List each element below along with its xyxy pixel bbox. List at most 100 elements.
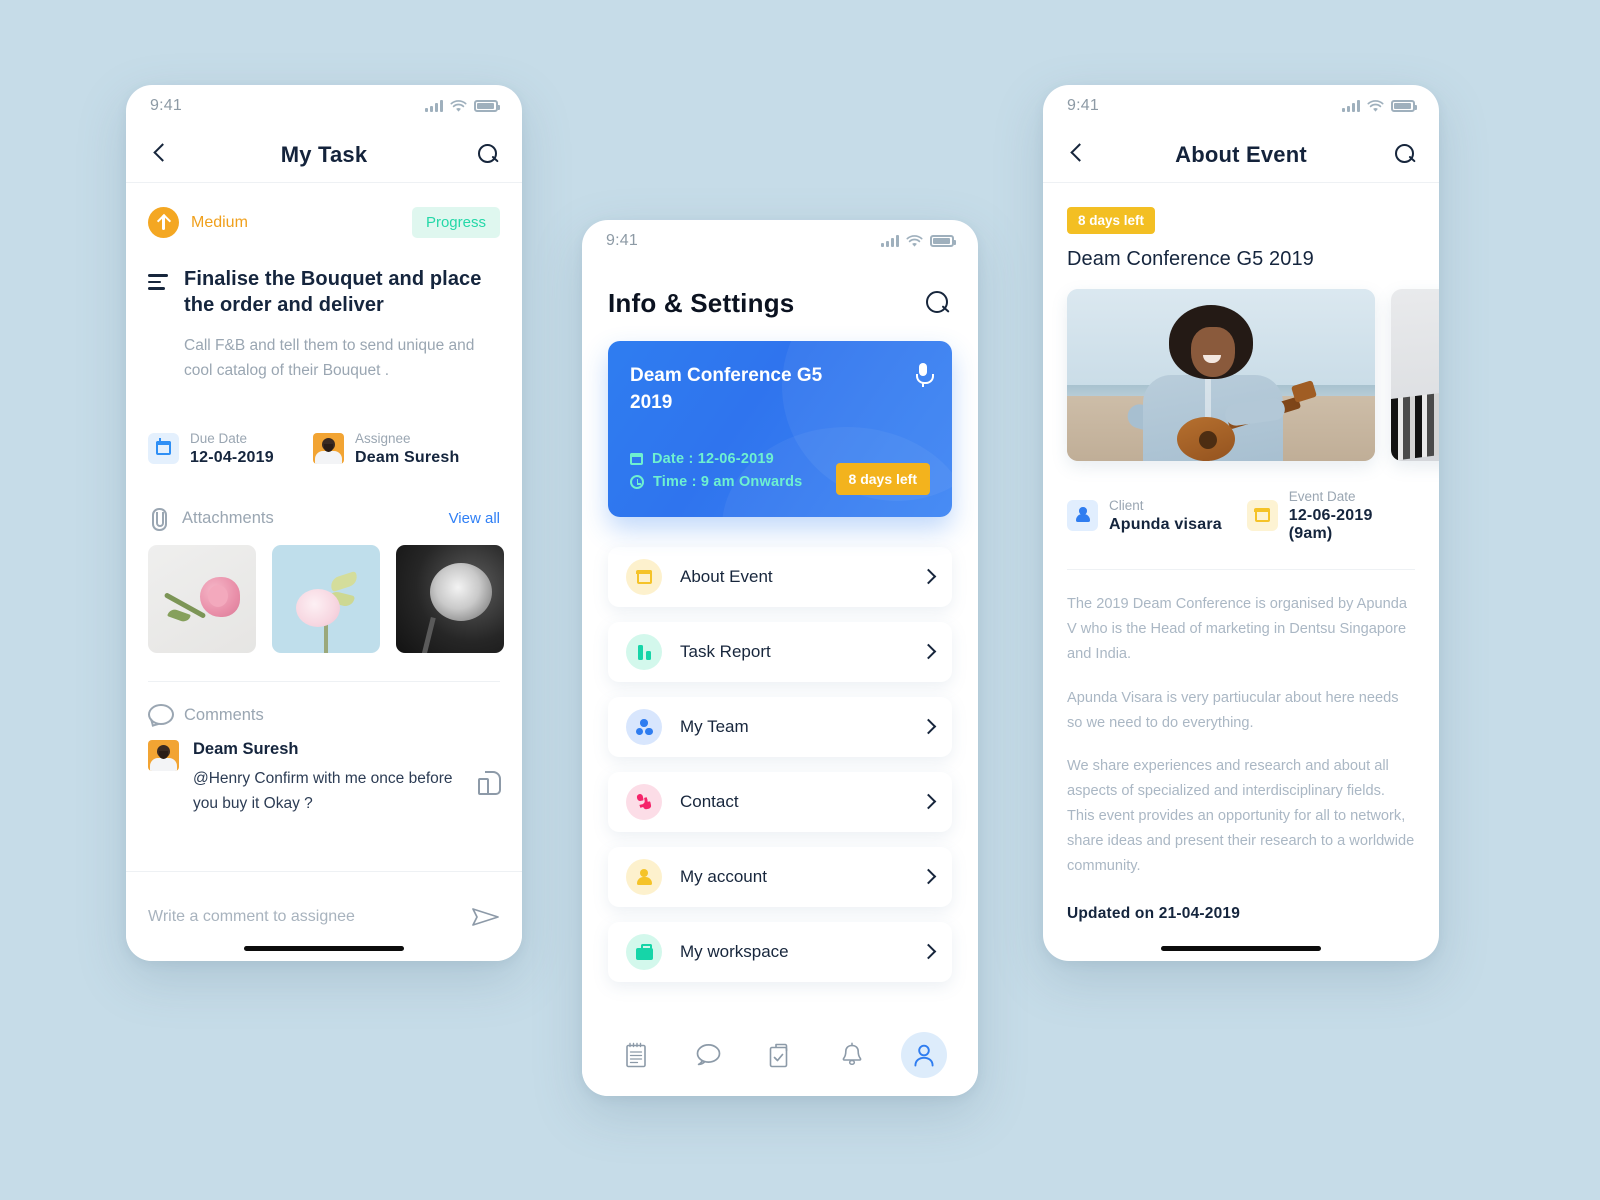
wifi-icon [1367,99,1384,112]
avatar [313,432,344,464]
tab-profile[interactable] [901,1032,947,1078]
calendar-icon [626,559,662,595]
phone-icon [626,784,662,820]
tab-chat[interactable] [685,1032,731,1078]
person-icon [626,859,662,895]
event-summary-card[interactable]: Deam Conference G5 2019 Date : 12-06-201… [608,341,952,517]
bar-chart-icon [626,634,662,670]
task-description: Call F&B and tell them to send unique an… [184,336,475,379]
page-title: Info & Settings [608,288,795,318]
about-meta-row: Client Apunda visara Event Date 12-06-20… [1067,487,1415,543]
send-icon[interactable] [472,906,500,928]
menu-item-label: My Team [680,717,749,736]
comments-title: Comments [184,705,264,724]
briefcase-icon [626,934,662,970]
comment-item: Deam Suresh @Henry Confirm with me once … [148,740,501,817]
home-indicator [1161,946,1321,951]
attachment-thumb[interactable] [272,545,380,654]
chat-bubble-icon [696,1044,721,1066]
status-bar: 9:41 [1043,85,1439,127]
battery-icon [474,100,500,112]
attachment-thumb[interactable] [148,545,256,654]
comment-input[interactable] [148,907,472,926]
event-paragraph: We share experiences and research and ab… [1067,757,1415,875]
home-indicator [244,946,404,951]
status-bar-icons [881,234,956,248]
event-date-cell: Event Date 12-06-2019 (9am) [1246,487,1415,543]
event-paragraph: Apunda Visara is very partiucular about … [1067,689,1399,731]
priority-label: Medium [191,213,248,231]
text-lines-icon [148,266,170,319]
menu-item-contact[interactable]: Contact [608,772,952,832]
team-icon [626,709,662,745]
gallery-image[interactable] [1067,289,1375,461]
nav-bar: About Event [1043,127,1439,183]
menu-item-label: My account [680,867,767,886]
clipboard-check-icon [769,1043,788,1068]
page-title: About Event [1175,141,1307,167]
battery-icon [930,235,956,247]
thumbs-up-icon[interactable] [478,770,501,796]
phone-screen-my-task: 9:41 My Task Medium Progress Finalise th… [126,85,522,961]
task-meta-row: Due Date 12-04-2019 Assignee Deam Suresh [148,429,500,467]
screen-header: Info & Settings [582,262,978,319]
view-all-link[interactable]: View all [449,510,500,527]
settings-menu: About Event Task Report My Team Contact [582,517,978,982]
search-icon[interactable] [478,143,500,166]
client-cell: Client Apunda visara [1067,487,1247,543]
status-bar: 9:41 [126,85,522,127]
task-body: Medium Progress Finalise the Bouquet and… [126,183,522,817]
menu-item-my-account[interactable]: My account [608,847,952,907]
status-bar: 9:41 [582,220,978,262]
menu-item-label: My workspace [680,942,789,961]
page-title: My Task [280,141,368,167]
avatar [148,740,179,772]
calendar-icon [1246,499,1278,531]
event-gallery [1067,289,1439,461]
event-date-line: Date : 12-06-2019 [630,451,802,467]
comment-text: @Henry Confirm with me once before you b… [193,770,453,813]
gallery-image[interactable] [1391,289,1439,461]
attachments-header: Attachments View all [148,507,500,532]
phone-screen-info-settings: 9:41 Info & Settings Deam Conference G5 … [582,220,978,1096]
divider [1067,569,1415,571]
status-bar-time: 9:41 [1067,97,1099,114]
chevron-right-icon [922,871,934,883]
arrow-up-icon [148,207,179,238]
person-icon [914,1044,934,1067]
task-title: Finalise the Bouquet and place the order… [184,268,482,317]
chevron-right-icon [922,946,934,958]
signal-bars-icon [425,100,443,112]
event-title: Deam Conference G5 2019 [1067,248,1314,270]
tab-tasks[interactable] [757,1032,803,1078]
event-card-meta: Date : 12-06-2019 Time : 9 am Onwards [630,451,802,497]
menu-item-about-event[interactable]: About Event [608,547,952,607]
status-badge[interactable]: Progress [411,207,500,238]
chevron-right-icon [922,646,934,658]
person-icon [1067,499,1098,531]
assignee-value: Deam Suresh [355,449,460,467]
event-time-line: Time : 9 am Onwards [630,474,802,490]
client-label: Client [1109,498,1144,513]
chevron-left-icon[interactable] [1065,142,1091,168]
chevron-left-icon[interactable] [148,142,174,168]
menu-item-task-report[interactable]: Task Report [608,622,952,682]
wifi-icon [450,99,467,112]
status-bar-time: 9:41 [606,232,638,249]
signal-bars-icon [881,235,899,247]
event-date-label: Event Date [1288,489,1356,504]
search-icon[interactable] [926,290,952,317]
tab-notifications[interactable] [829,1032,875,1078]
search-icon[interactable] [1395,143,1417,166]
menu-item-my-workspace[interactable]: My workspace [608,922,952,982]
menu-item-my-team[interactable]: My Team [608,697,952,757]
microphone-icon[interactable] [916,363,934,387]
status-bar-icons [1342,99,1417,113]
client-value: Apunda visara [1109,516,1222,534]
event-card-title: Deam Conference G5 2019 [630,365,823,413]
attachment-thumb[interactable] [396,545,504,654]
chevron-right-icon [922,796,934,808]
about-body: 8 days left Deam Conference G5 2019 Clie… [1043,207,1439,923]
signal-bars-icon [1342,100,1360,112]
tab-notepad[interactable] [613,1032,659,1078]
